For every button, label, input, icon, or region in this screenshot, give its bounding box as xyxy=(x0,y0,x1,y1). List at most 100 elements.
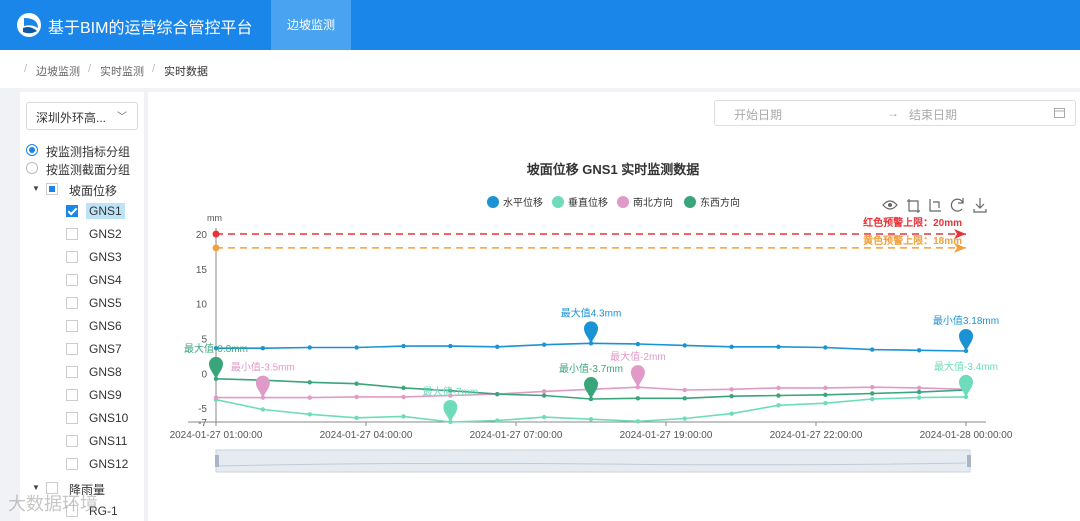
legend-swatch xyxy=(487,196,499,208)
chart-title: 坡面位移 GNS1 实时监测数据 xyxy=(527,162,700,177)
data-point xyxy=(729,344,734,349)
legend-swatch xyxy=(617,196,629,208)
data-point xyxy=(307,395,312,400)
data-point xyxy=(354,415,359,421)
data-point xyxy=(588,417,594,422)
displacement-chart: 坡面位移 GNS1 实时监测数据水平位移 垂直位移 南北方向 东西方向mm-7-505… xyxy=(170,162,1013,473)
y-axis-label: mm xyxy=(207,213,222,223)
crop-reset-icon xyxy=(929,199,941,212)
data-point xyxy=(495,344,500,349)
crop-icon xyxy=(907,199,920,213)
y-tick-label: -7 xyxy=(198,418,207,429)
threshold-label: 红色预警上限：20mm xyxy=(863,216,962,229)
y-tick-label: -5 xyxy=(198,404,207,415)
legend-label: 水平位移 xyxy=(503,196,543,209)
data-zoom-track[interactable] xyxy=(215,449,971,473)
marker-label: 最大值-2mm xyxy=(610,350,666,363)
threshold-label: 黄色预警上限：18mm xyxy=(863,234,962,247)
y-tick-label: 10 xyxy=(196,300,208,311)
y-tick-label: 0 xyxy=(201,369,207,380)
data-point xyxy=(823,401,828,406)
data-point xyxy=(354,345,359,350)
data-point xyxy=(916,385,922,391)
data-point xyxy=(307,412,312,417)
marker-pin xyxy=(959,374,973,397)
data-point xyxy=(354,381,359,386)
data-point xyxy=(635,396,641,401)
data-point xyxy=(401,385,406,391)
marker-label: 最小值-3.5mm xyxy=(231,361,295,374)
x-tick-label: 2024-01-28 00:00:00 xyxy=(920,430,1013,441)
y-tick-label: 15 xyxy=(196,265,208,276)
data-point xyxy=(682,387,687,393)
data-point xyxy=(260,407,266,412)
data-point xyxy=(682,343,687,348)
data-point xyxy=(401,343,406,349)
data-point xyxy=(682,416,687,421)
data-point xyxy=(354,394,359,400)
threshold-start-point xyxy=(212,244,220,252)
data-point xyxy=(495,391,500,397)
marker-pin xyxy=(443,400,458,422)
data-point xyxy=(776,344,781,349)
x-tick-label: 2024-01-27 01:00:00 xyxy=(170,430,263,441)
marker-pin xyxy=(255,375,270,398)
marker-pin xyxy=(959,328,973,351)
data-point xyxy=(776,403,781,408)
refresh-icon xyxy=(950,198,964,212)
data-point xyxy=(776,393,781,398)
data-point xyxy=(541,342,547,347)
data-point xyxy=(823,392,828,398)
x-tick-label: 2024-01-27 19:00:00 xyxy=(620,430,713,441)
x-tick-label: 2024-01-27 04:00:00 xyxy=(320,430,413,441)
x-tick-label: 2024-01-27 22:00:00 xyxy=(770,430,863,441)
watermark: 大数据环境 xyxy=(8,494,98,514)
data-point xyxy=(541,389,547,394)
legend-label: 南北方向 xyxy=(633,196,673,209)
data-point xyxy=(260,345,266,351)
data-point xyxy=(870,347,875,352)
data-point xyxy=(870,396,875,402)
marker-pin xyxy=(584,321,598,344)
data-point xyxy=(823,345,828,350)
data-point xyxy=(307,380,312,385)
data-point xyxy=(776,385,781,391)
marker-label: 最大值-7mm xyxy=(423,385,479,398)
marker-label: 最小值3.18mm xyxy=(933,314,999,327)
download-icon xyxy=(973,198,987,213)
marker-label: 最大值-3.4mm xyxy=(934,360,998,373)
marker-label: 最小值-3.7mm xyxy=(559,362,623,375)
data-point xyxy=(541,414,547,420)
marker-pin xyxy=(209,356,223,379)
legend-swatch xyxy=(552,196,564,208)
data-point xyxy=(213,395,219,400)
x-tick-label: 2024-01-27 07:00:00 xyxy=(470,430,563,441)
data-point xyxy=(916,348,922,353)
marker-pin xyxy=(584,377,598,400)
data-point xyxy=(870,391,875,396)
legend-label: 东西方向 xyxy=(700,196,740,209)
marker-label: 最大值4.3mm xyxy=(561,306,622,319)
data-point xyxy=(729,387,734,392)
eye-icon xyxy=(888,203,892,207)
data-point xyxy=(541,393,547,398)
data-point xyxy=(870,384,875,390)
data-point xyxy=(729,411,734,416)
marker-label: 最大值-0.8mm xyxy=(184,342,248,355)
data-point xyxy=(448,343,453,349)
data-point xyxy=(729,394,734,399)
data-point xyxy=(495,418,500,423)
y-tick-label: 20 xyxy=(196,230,208,241)
data-zoom-handle-right[interactable] xyxy=(967,455,971,467)
data-point xyxy=(823,385,828,391)
data-point xyxy=(916,395,922,400)
data-point xyxy=(682,396,687,401)
legend-swatch xyxy=(684,196,696,208)
data-point xyxy=(401,414,406,419)
threshold-start-point xyxy=(212,230,220,238)
data-zoom-handle-left[interactable] xyxy=(215,455,219,467)
data-point xyxy=(635,341,641,347)
data-point xyxy=(307,345,312,350)
marker-pin xyxy=(630,365,645,388)
legend-label: 垂直位移 xyxy=(568,196,608,209)
